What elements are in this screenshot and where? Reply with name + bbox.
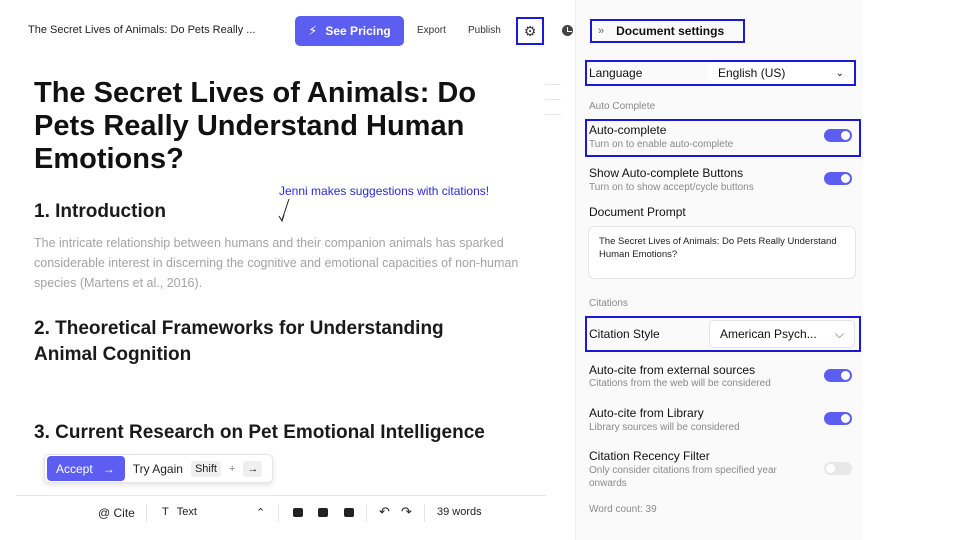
recency-filter-label: Citation Recency Filter: [589, 449, 710, 463]
auto-complete-toggle[interactable]: [824, 129, 852, 142]
arrow-key-hint: →: [243, 460, 263, 477]
see-pricing-label: See Pricing: [325, 24, 391, 38]
chevron-down-icon: ⌄: [835, 67, 844, 79]
shift-key-hint: Shift: [190, 460, 221, 477]
lightning-icon: ⚡: [308, 23, 318, 38]
redo-icon[interactable]: ↷: [401, 504, 412, 520]
editor-toolbar: @ Cite T Text ⌃ ↶ ↷ 39 words: [16, 495, 546, 528]
collapse-panel-icon[interactable]: »: [598, 25, 604, 37]
embed-icon[interactable]: [344, 508, 354, 517]
text-style-select[interactable]: T Text: [162, 506, 197, 518]
document-prompt-field[interactable]: The Secret Lives of Animals: Do Pets Rea…: [588, 226, 856, 279]
citation-style-label: Citation Style: [589, 327, 660, 341]
minimap: [545, 84, 561, 129]
word-count: 39 words: [437, 506, 482, 518]
auto-cite-library-description: Library sources will be considered: [589, 422, 740, 433]
settings-title: Document settings: [616, 24, 725, 38]
undo-icon[interactable]: ↶: [379, 504, 390, 520]
language-label: Language: [589, 66, 643, 80]
auto-cite-library-label: Auto-cite from Library: [589, 406, 704, 420]
citation-style-select[interactable]: American Psych... ⌵: [709, 320, 855, 348]
top-bar: The Secret Lives of Animals: Do Pets Rea…: [0, 0, 575, 62]
text-style-label: Text: [176, 506, 197, 518]
recency-filter-toggle[interactable]: [824, 462, 852, 475]
settings-header: » Document settings: [590, 19, 745, 43]
auto-cite-external-description: Citations from the web will be considere…: [589, 378, 771, 389]
arrow-right-icon: →: [102, 461, 115, 476]
document-title-tab[interactable]: The Secret Lives of Animals: Do Pets Rea…: [28, 24, 255, 36]
auto-complete-section-label: Auto Complete: [589, 101, 656, 112]
show-buttons-description: Turn on to show accept/cycle buttons: [589, 182, 754, 193]
settings-button[interactable]: ⚙: [516, 17, 544, 45]
chevron-down-icon: ⌵: [834, 326, 844, 341]
see-pricing-button[interactable]: ⚡ See Pricing: [295, 16, 404, 46]
section-heading-research[interactable]: 3. Current Research on Pet Emotional Int…: [34, 420, 534, 446]
plus-sign: +: [228, 462, 236, 475]
auto-cite-external-label: Auto-cite from external sources: [589, 363, 756, 377]
annotation-callout: Jenni makes suggestions with citations!: [279, 184, 490, 198]
suggested-paragraph[interactable]: The intricate relationship between human…: [34, 233, 524, 293]
section-heading-frameworks[interactable]: 2. Theoretical Frameworks for Understand…: [34, 316, 504, 368]
auto-complete-label: Auto-complete: [589, 123, 667, 137]
gear-icon: ⚙: [523, 22, 537, 39]
accept-button[interactable]: Accept →: [47, 456, 125, 481]
chevron-updown-icon[interactable]: ⌃: [256, 506, 265, 519]
cite-button[interactable]: @ Cite: [98, 506, 135, 520]
suggestion-actions: Accept → Try Again Shift + →: [44, 454, 273, 483]
recency-filter-description: Only consider citations from specified y…: [589, 465, 777, 489]
show-buttons-toggle[interactable]: [824, 172, 852, 185]
language-value: English (US): [718, 66, 786, 80]
language-select[interactable]: English (US) ⌄: [708, 62, 854, 84]
annotation-arrow-icon: [278, 198, 290, 223]
document-heading[interactable]: The Secret Lives of Animals: Do Pets Rea…: [34, 77, 534, 176]
text-format-icon: T: [162, 506, 169, 518]
document-prompt-label: Document Prompt: [589, 205, 686, 219]
accept-label: Accept: [56, 461, 93, 476]
auto-complete-description: Turn on to enable auto-complete: [589, 139, 734, 150]
try-again-button[interactable]: Try Again: [133, 462, 183, 476]
citation-style-value: American Psych...: [720, 327, 817, 341]
auto-cite-external-toggle[interactable]: [824, 369, 852, 382]
history-clock-icon[interactable]: [562, 25, 573, 36]
image-icon[interactable]: [293, 508, 303, 517]
citations-section-label: Citations: [589, 298, 628, 309]
show-buttons-label: Show Auto-complete Buttons: [589, 166, 744, 180]
publish-button[interactable]: Publish: [468, 25, 501, 36]
auto-cite-library-toggle[interactable]: [824, 412, 852, 425]
section-heading-introduction[interactable]: 1. Introduction: [34, 199, 166, 225]
table-icon[interactable]: [318, 508, 328, 517]
export-button[interactable]: Export: [417, 25, 446, 36]
panel-word-count: Word count: 39: [589, 504, 657, 515]
